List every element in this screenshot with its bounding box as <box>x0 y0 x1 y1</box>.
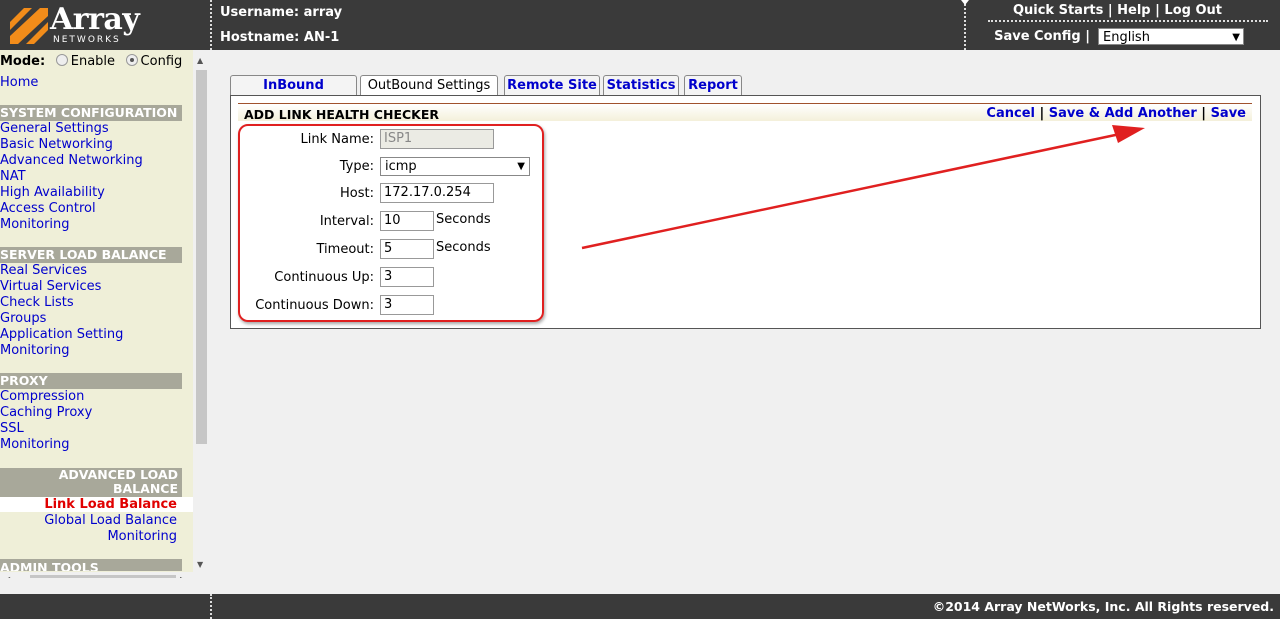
username-value: array <box>303 5 343 20</box>
save-config-link[interactable]: Save Config <box>994 29 1081 44</box>
host-row: Host: <box>0 183 374 205</box>
brand-subtitle: NETWORKS <box>53 35 121 45</box>
sidebar-item-proxy-monitoring[interactable]: Monitoring <box>0 437 70 452</box>
header-divider-right <box>964 0 966 50</box>
tab-inbound-settings[interactable]: InBound Settings <box>230 75 357 112</box>
mode-config-label[interactable]: Config <box>141 54 183 69</box>
timeout-unit: Seconds <box>436 240 491 255</box>
sidebar-item-compression[interactable]: Compression <box>0 389 84 404</box>
form-title: ADD LINK HEALTH CHECKER <box>244 107 440 122</box>
host-label: Host: <box>340 186 374 201</box>
host-field[interactable]: 172.17.0.254 <box>380 183 494 203</box>
continuous-down-row: Continuous Down: <box>0 295 374 317</box>
sidebar-item-application-setting[interactable]: Application Setting <box>0 327 123 342</box>
scroll-down-arrow-icon[interactable]: ▼ <box>197 560 203 569</box>
header-bar: Array NETWORKS Username: array Hostname:… <box>0 0 1280 50</box>
interval-row: Interval: <box>0 211 374 233</box>
hostname-label: Hostname: <box>220 30 300 45</box>
scroll-left-arrow-icon[interactable]: ◀ <box>4 575 10 578</box>
dropdown-arrow-icon: ▼ <box>517 161 525 172</box>
dropdown-arrow-icon: ▼ <box>1232 32 1240 43</box>
quick-links: Quick Starts | Help | Log Out <box>1013 3 1222 18</box>
quick-starts-link[interactable]: Quick Starts <box>1013 3 1103 18</box>
link-separator: | <box>1155 3 1160 18</box>
continuous-down-field[interactable]: 3 <box>380 295 434 315</box>
tab-outbound-settings[interactable]: OutBound Settings <box>360 75 498 97</box>
link-separator: | <box>1107 3 1113 18</box>
array-logo-icon <box>10 8 48 44</box>
interval-label: Interval: <box>319 214 374 229</box>
mode-selector: Mode: Enable Config <box>0 54 182 69</box>
link-name-label: Link Name: <box>300 132 375 147</box>
type-select[interactable]: icmp ▼ <box>380 157 530 176</box>
sidebar-item-caching-proxy[interactable]: Caching Proxy <box>0 405 92 420</box>
mode-label: Mode: <box>0 54 46 69</box>
divider-top-marker-icon <box>961 0 969 5</box>
interval-unit: Seconds <box>436 212 491 227</box>
scrollbar-thumb[interactable] <box>30 575 176 578</box>
sidebar-section-system-configuration: SYSTEM CONFIGURATION <box>0 105 182 121</box>
sidebar-horizontal-scrollbar[interactable]: ◀ ▶ <box>0 572 193 578</box>
mode-enable-label[interactable]: Enable <box>71 54 115 69</box>
sidebar-section-proxy: PROXY <box>0 373 182 389</box>
user-info: Username: array Hostname: AN-1 <box>220 4 342 54</box>
sidebar-item-global-load-balance[interactable]: Global Load Balance <box>44 513 177 528</box>
sidebar-item-link-load-balance[interactable]: Link Load Balance <box>0 497 193 512</box>
timeout-label: Timeout: <box>316 242 374 257</box>
language-select[interactable]: English ▼ <box>1098 28 1244 45</box>
header-divider <box>210 0 212 50</box>
sidebar-item-slb-monitoring[interactable]: Monitoring <box>0 343 70 358</box>
cancel-button[interactable]: Cancel <box>986 106 1035 121</box>
link-name-field: ISP1 <box>380 129 494 149</box>
link-name-row: Link Name: <box>0 129 375 151</box>
continuous-up-label: Continuous Up: <box>274 270 374 285</box>
type-label: Type: <box>339 159 374 174</box>
tab-remote-site[interactable]: Remote Site <box>504 75 600 95</box>
continuous-up-row: Continuous Up: <box>0 267 374 289</box>
sidebar-item-ssl[interactable]: SSL <box>0 421 24 436</box>
language-value: English <box>1103 30 1150 45</box>
type-row: Type: <box>0 156 374 178</box>
footer-bar: ©2014 Array NetWorks, Inc. All Rights re… <box>0 594 1280 619</box>
form-header: ADD LINK HEALTH CHECKER Cancel | Save & … <box>238 103 1252 122</box>
help-link[interactable]: Help <box>1117 3 1150 18</box>
username-label: Username: <box>220 5 300 20</box>
form-actions: Cancel | Save & Add Another | Save <box>986 106 1246 121</box>
scroll-right-arrow-icon[interactable]: ▶ <box>180 575 186 578</box>
interval-field[interactable]: 10 <box>380 211 434 231</box>
timeout-field[interactable]: 5 <box>380 239 434 259</box>
tab-statistics[interactable]: Statistics <box>603 75 679 95</box>
sidebar-item-alb-monitoring[interactable]: Monitoring <box>107 529 177 544</box>
sidebar-section-admin-tools: ADMIN TOOLS <box>0 559 182 571</box>
save-and-add-another-button[interactable]: Save & Add Another <box>1049 106 1197 121</box>
copyright-text: ©2014 Array NetWorks, Inc. All Rights re… <box>932 599 1274 614</box>
radio-icon-config[interactable] <box>125 54 138 66</box>
link-separator: | <box>1085 29 1090 44</box>
continuous-up-field[interactable]: 3 <box>380 267 434 287</box>
continuous-down-label: Continuous Down: <box>255 298 374 313</box>
brand-name: Array <box>50 2 140 37</box>
save-button[interactable]: Save <box>1211 106 1246 121</box>
action-separator: | <box>1039 106 1045 121</box>
timeout-row: Timeout: <box>0 239 374 261</box>
tab-report[interactable]: Report <box>684 75 742 95</box>
header-dotted-rule <box>988 20 1268 22</box>
logout-link[interactable]: Log Out <box>1164 3 1222 18</box>
save-config: Save Config | <box>994 29 1090 44</box>
sidebar-section-advanced-load-balance: ADVANCED LOAD BALANCE <box>0 468 182 498</box>
array-networks-logo[interactable]: Array NETWORKS <box>8 2 208 46</box>
sidebar-item-home[interactable]: Home <box>0 75 38 90</box>
action-separator: | <box>1201 106 1207 121</box>
hostname-value: AN-1 <box>303 30 340 45</box>
radio-icon-enable[interactable] <box>55 54 68 66</box>
footer-divider <box>210 594 212 619</box>
scroll-up-arrow-icon[interactable]: ▲ <box>197 56 203 65</box>
type-value: icmp <box>385 159 417 174</box>
